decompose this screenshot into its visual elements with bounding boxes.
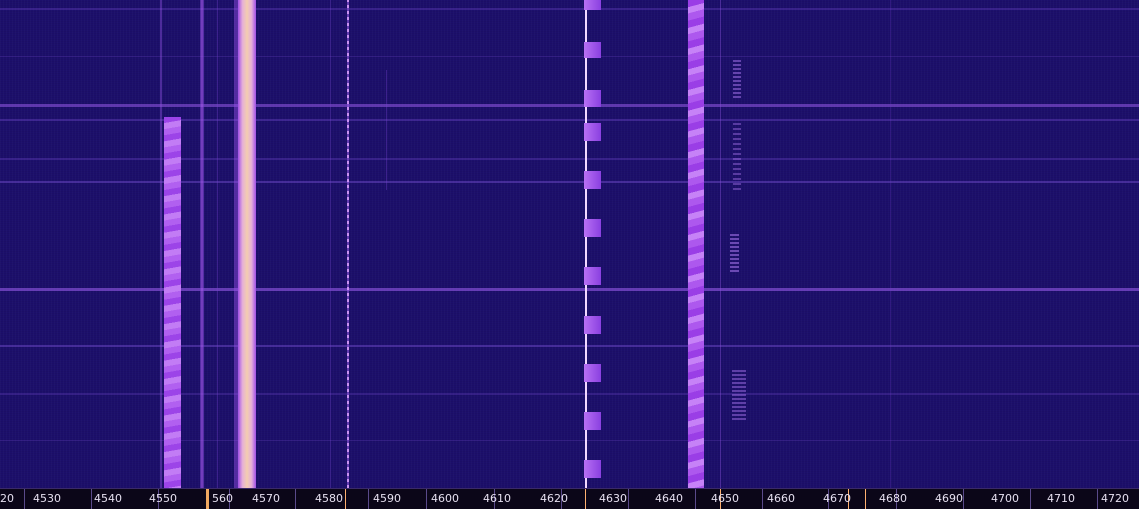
frequency-label: 4540 bbox=[94, 492, 122, 505]
frequency-label: 4650 bbox=[711, 492, 739, 505]
frequency-label: 4710 bbox=[1047, 492, 1075, 505]
narrowband-burst bbox=[733, 120, 741, 190]
frequency-label: 4550 bbox=[149, 492, 177, 505]
scale-tick bbox=[695, 489, 696, 509]
pulse-block bbox=[584, 316, 601, 334]
frequency-scale[interactable]: 20 4530 4540 4550 560 4570 4580 4590 460… bbox=[0, 488, 1139, 509]
scale-tick bbox=[1097, 489, 1098, 509]
scale-tick bbox=[368, 489, 369, 509]
narrowband-burst bbox=[733, 58, 741, 98]
drifting-signal bbox=[688, 0, 704, 488]
pulse-block bbox=[584, 90, 601, 107]
scale-tick bbox=[426, 489, 427, 509]
carrier-trace bbox=[890, 0, 891, 488]
frequency-label: 4720 bbox=[1101, 492, 1129, 505]
pulse-block bbox=[584, 219, 601, 237]
frequency-label: 4680 bbox=[879, 492, 907, 505]
tuning-marker[interactable] bbox=[865, 489, 866, 509]
frequency-label: 4620 bbox=[540, 492, 568, 505]
medium-signal bbox=[164, 117, 181, 488]
frequency-label: 4630 bbox=[599, 492, 627, 505]
frequency-label: 4700 bbox=[991, 492, 1019, 505]
carrier-trace bbox=[217, 0, 218, 488]
strong-signal bbox=[238, 0, 256, 488]
pulse-block bbox=[584, 460, 601, 478]
pulse-block bbox=[584, 0, 601, 10]
narrowband-burst bbox=[732, 368, 746, 420]
frequency-label: 4570 bbox=[252, 492, 280, 505]
carrier-trace bbox=[160, 0, 162, 488]
horizontal-band bbox=[0, 104, 1139, 107]
scale-tick bbox=[91, 489, 92, 509]
carrier-trace bbox=[347, 0, 349, 488]
scale-tick bbox=[1030, 489, 1031, 509]
frequency-label: 20 bbox=[0, 492, 14, 505]
waterfall-display[interactable] bbox=[0, 0, 1139, 488]
carrier-trace bbox=[386, 70, 387, 190]
frequency-label: 4590 bbox=[373, 492, 401, 505]
scale-tick bbox=[963, 489, 964, 509]
carrier-trace bbox=[330, 0, 331, 488]
tuning-marker[interactable] bbox=[345, 489, 346, 509]
horizontal-band bbox=[0, 8, 1139, 10]
frequency-label: 4660 bbox=[767, 492, 795, 505]
pulse-block bbox=[584, 412, 601, 430]
scale-tick bbox=[762, 489, 763, 509]
frequency-label: 4610 bbox=[483, 492, 511, 505]
frequency-label: 4670 bbox=[823, 492, 851, 505]
frequency-label: 4530 bbox=[33, 492, 61, 505]
pulse-block bbox=[584, 123, 601, 141]
spectrum-waterfall-app: 20 4530 4540 4550 560 4570 4580 4590 460… bbox=[0, 0, 1139, 509]
scale-tick bbox=[628, 489, 629, 509]
scale-tick bbox=[24, 489, 25, 509]
horizontal-band bbox=[0, 56, 1139, 57]
carrier-trace bbox=[720, 0, 721, 488]
pulse-block bbox=[584, 364, 601, 382]
frequency-label: 4600 bbox=[431, 492, 459, 505]
carrier-trace bbox=[200, 0, 204, 488]
pulse-block bbox=[584, 42, 601, 58]
frequency-label: 4580 bbox=[315, 492, 343, 505]
narrowband-burst bbox=[730, 232, 739, 272]
frequency-label: 4690 bbox=[935, 492, 963, 505]
frequency-label: 560 bbox=[212, 492, 233, 505]
scale-tick bbox=[295, 489, 296, 509]
strong-signal-edge bbox=[234, 0, 238, 488]
tuning-marker[interactable] bbox=[206, 489, 209, 509]
pulse-block bbox=[584, 267, 601, 285]
frequency-label: 4640 bbox=[655, 492, 683, 505]
pulse-block bbox=[584, 171, 601, 189]
tuning-marker[interactable] bbox=[585, 489, 586, 509]
